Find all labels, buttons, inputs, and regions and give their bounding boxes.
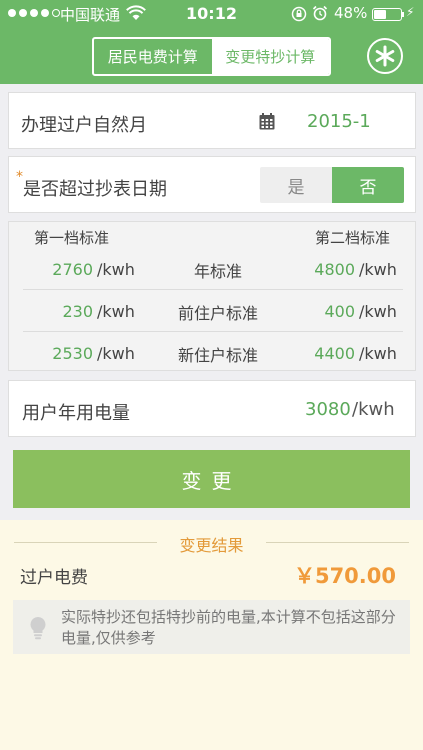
- table-row: 2530 /kwh 新住户标准 4400 /kwh: [23, 332, 403, 374]
- note-text: 实际特抄还包括特抄前的电量,本计算不包括这部分电量,仅供参考: [61, 608, 396, 647]
- tier1-header: 第一档标准: [34, 229, 110, 247]
- tier1-unit: /kwh: [97, 302, 135, 321]
- top-bar: 中国联通 10:12 48% ⚡ 居民电费计算 变更特抄计算: [0, 0, 423, 84]
- option-no[interactable]: 否: [332, 167, 404, 203]
- alarm-icon: [312, 5, 328, 21]
- standard-name: 前住户标准: [177, 304, 258, 323]
- transfer-month-value[interactable]: 2015-1: [307, 111, 371, 132]
- annual-usage-unit: /kwh: [352, 399, 395, 420]
- tier2-unit: /kwh: [359, 260, 397, 279]
- annual-usage-label: 用户年用电量: [22, 403, 130, 424]
- yes-no-toggle: 是 否: [260, 167, 404, 203]
- battery-nub: [402, 12, 404, 17]
- tier2-value: 4400: [314, 344, 355, 363]
- fee-label: 过户电费: [20, 568, 88, 588]
- tier2-value: 400: [324, 302, 355, 321]
- tier2-unit: /kwh: [359, 302, 397, 321]
- result-panel: 变更结果 过户电费 ￥570.00 实际特抄还包括特抄前的电量,本计算不包括这部…: [0, 520, 423, 750]
- battery-percent: 48%: [334, 4, 368, 22]
- annual-usage-row: 用户年用电量 3080 /kwh: [8, 380, 416, 437]
- standards-table: 第一档标准 第二档标准 2760 /kwh 年标准 4800 /kwh 230 …: [8, 221, 416, 371]
- tier1-value: 2530: [52, 344, 93, 363]
- transfer-month-row[interactable]: 办理过户自然月 2015-1: [8, 92, 416, 149]
- standard-name: 年标准: [193, 262, 242, 281]
- tier2-value: 4800: [314, 260, 355, 279]
- tier1-value: 230: [62, 302, 93, 321]
- option-yes[interactable]: 是: [260, 167, 332, 203]
- battery-icon: [372, 8, 402, 21]
- asterisk-icon[interactable]: [367, 38, 403, 74]
- tier2-unit: /kwh: [359, 344, 397, 363]
- table-row: 2760 /kwh 年标准 4800 /kwh: [23, 248, 403, 290]
- mode-segmented-control: 居民电费计算 变更特抄计算: [92, 37, 331, 76]
- charging-icon: ⚡: [406, 5, 415, 19]
- tab-residential-fee[interactable]: 居民电费计算: [94, 39, 212, 74]
- fee-value: ￥570.00: [293, 564, 396, 588]
- calendar-icon[interactable]: [259, 113, 275, 130]
- over-read-date-label: 是否超过抄表日期: [23, 179, 167, 200]
- note-box: 实际特抄还包括特抄前的电量,本计算不包括这部分电量,仅供参考: [13, 600, 410, 654]
- status-bar: 中国联通 10:12 48% ⚡: [0, 0, 423, 30]
- annual-usage-value[interactable]: 3080: [305, 399, 351, 420]
- tier2-header: 第二档标准: [314, 229, 390, 247]
- over-read-date-row: * 是否超过抄表日期 是 否: [8, 156, 416, 213]
- tab-change-special-reading[interactable]: 变更特抄计算: [211, 39, 329, 74]
- required-mark: *: [16, 169, 23, 185]
- table-row: 230 /kwh 前住户标准 400 /kwh: [23, 290, 403, 332]
- tier1-unit: /kwh: [97, 344, 135, 363]
- tier1-unit: /kwh: [97, 260, 135, 279]
- change-button[interactable]: 变更: [13, 450, 410, 508]
- standard-name: 新住户标准: [177, 346, 258, 365]
- result-title: 变更结果: [179, 536, 244, 555]
- lightbulb-icon: [30, 617, 46, 640]
- rotation-lock-icon: [291, 6, 307, 22]
- transfer-month-label: 办理过户自然月: [21, 115, 147, 136]
- tier1-value: 2760: [52, 260, 93, 279]
